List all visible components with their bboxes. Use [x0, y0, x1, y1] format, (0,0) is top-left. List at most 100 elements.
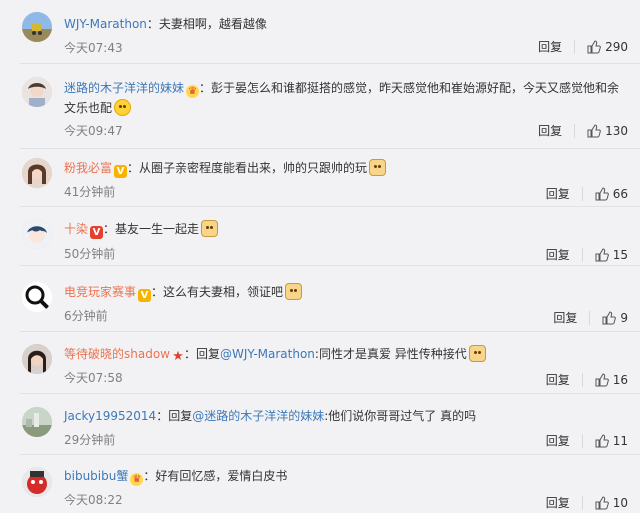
username[interactable]: 迷路的木子洋洋的妹妹 [64, 81, 184, 95]
divider [574, 39, 576, 54]
timestamp: 今天07:43 [64, 41, 123, 55]
like-count: 10 [612, 495, 628, 510]
username[interactable]: 等待破晓的shadow [64, 347, 170, 361]
thumbs-up-icon [595, 495, 609, 509]
comment-item: 迷路的木子洋洋的妹妹 ♛ ：彭于晏怎么和谁都挺搭的感觉，昨天感觉他和崔始源好配，今天… [0, 64, 640, 149]
username[interactable]: WJY-Marathon [64, 17, 147, 31]
comment-actions: 回复 16 [546, 371, 628, 388]
crown-icon: ♛ [130, 473, 144, 486]
star-icon: ★ [172, 349, 184, 364]
reply-button[interactable]: 回复 [546, 494, 570, 511]
comment-item: Jacky19952014：回复@迷路的木子洋洋的妹妹:他们说你哥哥过气了 真的… [0, 394, 640, 455]
comment-content: Jacky19952014：回复@迷路的木子洋洋的妹妹:他们说你哥哥过气了 真的… [64, 406, 620, 426]
like-button[interactable]: 9 [602, 311, 628, 325]
like-button[interactable]: 15 [595, 248, 628, 262]
avatar[interactable] [22, 407, 52, 437]
avatar[interactable] [22, 467, 52, 497]
thumbs-up-icon [587, 39, 601, 53]
mention-link[interactable]: @迷路的木子洋洋的妹妹 [192, 409, 324, 423]
comment-text: ：回复 [156, 409, 193, 423]
divider [581, 495, 583, 510]
comment-text: ：好有回忆感，爱情白皮书 [143, 469, 288, 483]
doge-emoji-icon [285, 283, 303, 300]
reply-button[interactable]: 回复 [538, 38, 562, 55]
like-count: 66 [612, 186, 628, 201]
comment-text: ：这么有夫妻相，领证吧 [151, 285, 284, 299]
comment-actions: 回复 290 [538, 38, 628, 55]
comment-item: 粉我必富 V ：从圈子亲密程度能看出来，帅的只跟帅的玩 41分钟前 回复 66 [0, 149, 640, 207]
username[interactable]: 电竞玩家赛事 [64, 285, 136, 299]
comment-content: 等待破晓的shadow ★：回复@WJY-Marathon:同性才是真爱 异性传种… [64, 344, 620, 364]
username[interactable]: Jacky19952014 [64, 409, 156, 423]
comment-actions: 回复 66 [546, 185, 628, 202]
comment-item: 等待破晓的shadow ★：回复@WJY-Marathon:同性才是真爱 异性传种… [0, 332, 640, 394]
avatar[interactable] [22, 12, 52, 42]
like-count: 15 [612, 247, 628, 262]
comment-actions: 回复 10 [546, 494, 628, 511]
comment-text-tail: :同性才是真爱 异性传种接代 [314, 347, 467, 361]
avatar[interactable] [22, 344, 52, 374]
crown-icon: ♛ [186, 85, 200, 98]
username[interactable]: 十染 [64, 222, 88, 236]
avatar[interactable] [22, 282, 52, 312]
reply-button[interactable]: 回复 [546, 371, 570, 388]
reply-button[interactable]: 回复 [553, 309, 577, 326]
timestamp: 今天08:22 [64, 493, 123, 507]
comment-item: WJY-Marathon：夫妻相啊，越看越像 今天07:43 回复 290 [0, 0, 640, 64]
thumbs-up-icon [595, 186, 609, 200]
comment-content: 粉我必富 V ：从圈子亲密程度能看出来，帅的只跟帅的玩 [64, 158, 620, 178]
verified-icon: V [114, 165, 128, 178]
doge-emoji-icon [201, 220, 219, 237]
avatar[interactable] [22, 77, 52, 107]
thumbs-up-icon [595, 433, 609, 447]
thumbs-up-icon [595, 247, 609, 261]
comment-actions: 回复 15 [546, 246, 628, 263]
divider [581, 186, 583, 201]
avatar[interactable] [22, 158, 52, 188]
comment-content: 电竞玩家赛事 V ：这么有夫妻相，领证吧 [64, 282, 620, 302]
username[interactable]: bibubibu蟹 [64, 469, 128, 483]
timestamp: 6分钟前 [64, 309, 108, 323]
thumbs-up-icon [595, 372, 609, 386]
comment-actions: 回复 9 [553, 309, 628, 326]
comment-list: WJY-Marathon：夫妻相啊，越看越像 今天07:43 回复 290 迷路… [0, 0, 640, 513]
divider [581, 372, 583, 387]
like-count: 290 [605, 39, 628, 54]
like-count: 11 [612, 433, 628, 448]
like-button[interactable]: 16 [595, 373, 628, 387]
timestamp: 41分钟前 [64, 185, 116, 199]
laughing-emoji-icon [114, 99, 132, 116]
timestamp: 29分钟前 [64, 433, 116, 447]
reply-button[interactable]: 回复 [546, 185, 570, 202]
doge-emoji-icon [468, 345, 486, 362]
mention-link[interactable]: @WJY-Marathon [220, 347, 315, 361]
like-count: 130 [605, 123, 628, 138]
like-button[interactable]: 10 [595, 496, 628, 510]
username[interactable]: 粉我必富 [64, 161, 112, 175]
comment-text: ：从圈子亲密程度能看出来，帅的只跟帅的玩 [127, 161, 368, 175]
like-button[interactable]: 290 [587, 40, 628, 54]
like-count: 16 [612, 372, 628, 387]
comment-content: bibubibu蟹 ♛ ：好有回忆感，爱情白皮书 [64, 466, 620, 486]
divider [581, 433, 583, 448]
comment-text: ：夫妻相啊，越看越像 [146, 17, 267, 31]
comment-item: 十染 V ：基友一生一起走 50分钟前 回复 15 [0, 207, 640, 266]
comment-actions: 回复 11 [546, 432, 628, 449]
timestamp: 今天09:47 [64, 124, 123, 138]
divider [581, 247, 583, 262]
like-button[interactable]: 66 [595, 187, 628, 201]
avatar[interactable] [22, 219, 52, 249]
comment-actions: 回复 130 [538, 122, 628, 139]
like-button[interactable]: 11 [595, 434, 628, 448]
comment-content: WJY-Marathon：夫妻相啊，越看越像 [64, 14, 620, 34]
thumbs-up-icon [587, 123, 601, 137]
verified-icon: V [138, 289, 152, 302]
comment-text: ：回复 [184, 347, 221, 361]
reply-button[interactable]: 回复 [546, 432, 570, 449]
like-button[interactable]: 130 [587, 124, 628, 138]
reply-button[interactable]: 回复 [546, 246, 570, 263]
divider [574, 123, 576, 138]
reply-button[interactable]: 回复 [538, 122, 562, 139]
divider [589, 310, 591, 325]
comment-content: 十染 V ：基友一生一起走 [64, 219, 620, 239]
